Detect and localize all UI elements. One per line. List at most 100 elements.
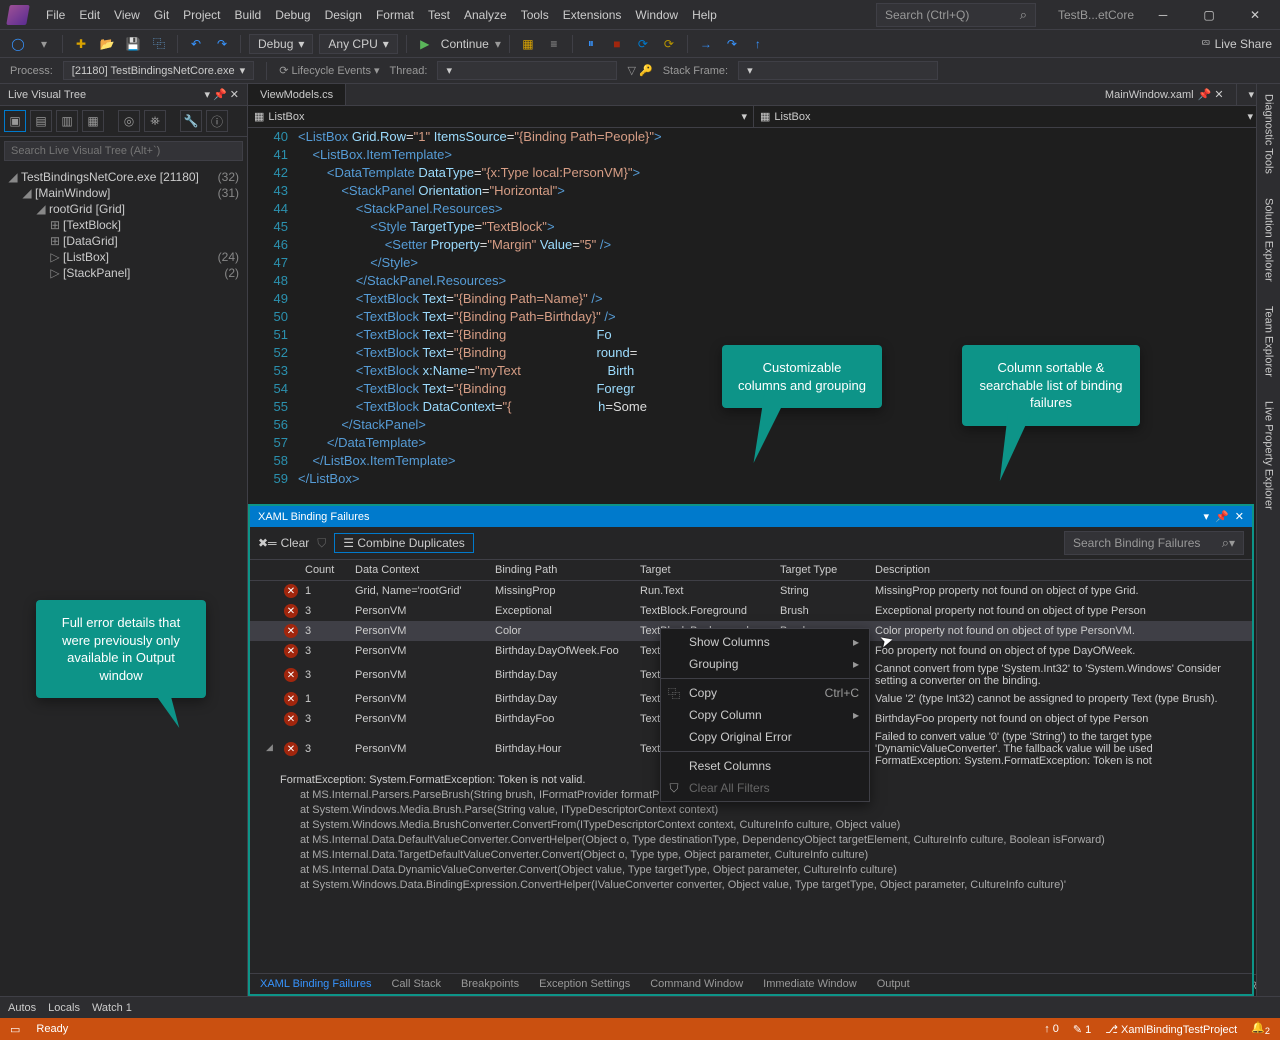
menu-project[interactable]: Project (177, 4, 226, 26)
side-tab[interactable]: Team Explorer (1261, 302, 1277, 381)
step-out-icon[interactable]: ↑ (748, 34, 768, 54)
tree-item[interactable]: ⊞[TextBlock] (4, 217, 243, 233)
step-icon[interactable]: ≡ (544, 34, 564, 54)
maximize-button[interactable]: ▢ (1192, 4, 1226, 26)
repo-icon[interactable]: ⎇ XamlBindingTestProject (1105, 1023, 1237, 1036)
refresh-icon[interactable]: ⟳ (659, 34, 679, 54)
close-button[interactable]: ✕ (1238, 4, 1272, 26)
pending-edits-icon[interactable]: ✎ 1 (1073, 1023, 1091, 1036)
menu-build[interactable]: Build (229, 4, 268, 26)
menu-format[interactable]: Format (370, 4, 420, 26)
platform-dropdown[interactable]: Any CPU▾ (319, 34, 397, 54)
restart-icon[interactable]: ⟳ (633, 34, 653, 54)
bottom-tab[interactable]: Exception Settings (529, 974, 640, 994)
lvt-tool-icon[interactable]: ⛯ (144, 110, 166, 132)
menu-edit[interactable]: Edit (73, 4, 106, 26)
ctx-grouping[interactable]: Grouping▸ (661, 653, 869, 675)
menu-debug[interactable]: Debug (269, 4, 316, 26)
menu-window[interactable]: Window (629, 4, 684, 26)
filter-off-icon[interactable]: ⛉ (317, 536, 326, 551)
notifications-icon[interactable]: 🔔2 (1251, 1021, 1270, 1036)
minimize-button[interactable]: ─ (1146, 4, 1180, 26)
lvt-tool-icon[interactable]: 🔧 (180, 110, 202, 132)
ctx-reset-columns[interactable]: Reset Columns (661, 755, 869, 777)
menu-file[interactable]: File (40, 4, 71, 26)
nav-fwd-icon[interactable]: ▾ (34, 34, 54, 54)
lvt-tool-icon[interactable]: ▥ (56, 110, 78, 132)
bottom-tab[interactable]: Immediate Window (753, 974, 867, 994)
save-icon[interactable]: 💾 (123, 34, 143, 54)
ctx-show-columns[interactable]: Show Columns▸ (661, 631, 869, 653)
binding-search-input[interactable]: Search Binding Failures▾ (1064, 531, 1244, 555)
ctx-copy[interactable]: ⿻CopyCtrl+C (661, 682, 869, 704)
redo-icon[interactable]: ↷ (212, 34, 232, 54)
config-dropdown[interactable]: Debug▾ (249, 34, 313, 54)
menu-extensions[interactable]: Extensions (557, 4, 628, 26)
tab-mainwindow[interactable]: MainWindow.xaml 📌 ✕ (1093, 84, 1237, 105)
continue-button[interactable]: ▶ (415, 34, 435, 54)
tool-icon[interactable]: ▦ (518, 34, 538, 54)
bottom-tab[interactable]: Command Window (640, 974, 753, 994)
pause-icon[interactable]: ⏸ (581, 34, 601, 54)
bottom-tab[interactable]: Breakpoints (451, 974, 529, 994)
side-tab[interactable]: Live Property Explorer (1261, 397, 1277, 514)
lvt-tool-icon[interactable]: ⓘ (206, 110, 228, 132)
debug-tab[interactable]: Locals (48, 1002, 80, 1014)
new-icon[interactable]: ✚ (71, 34, 91, 54)
debug-tab[interactable]: Autos (8, 1002, 36, 1014)
tree-item[interactable]: ▷[ListBox](24) (4, 249, 243, 265)
side-tab[interactable]: Diagnostic Tools (1261, 90, 1277, 178)
table-row[interactable]: ✕1Grid, Name='rootGrid'MissingPropRun.Te… (250, 581, 1252, 601)
thread-dropdown[interactable]: ▾ (437, 61, 617, 80)
nav-member-dropdown[interactable]: ▦ ListBox▾ (754, 106, 1260, 127)
tree-item[interactable]: ◢TestBindingsNetCore.exe [21180](32) (4, 169, 243, 185)
save-all-icon[interactable]: ⿻ (149, 34, 169, 54)
pin-icon[interactable]: 📌 (1215, 510, 1229, 523)
nav-scope-dropdown[interactable]: ▦ ListBox▾ (248, 106, 754, 127)
combine-duplicates-button[interactable]: ☰ Combine Duplicates (334, 533, 474, 553)
lvt-tree[interactable]: ◢TestBindingsNetCore.exe [21180](32)◢[Ma… (0, 165, 247, 996)
side-tab[interactable]: Solution Explorer (1261, 194, 1277, 286)
nav-back-icon[interactable]: ◯ (8, 34, 28, 54)
ctx-copy-column[interactable]: Copy Column▸ (661, 704, 869, 726)
bottom-tab-strip: XAML Binding FailuresCall StackBreakpoin… (250, 973, 1252, 994)
process-dropdown[interactable]: [21180] TestBindingsNetCore.exe▾ (63, 61, 254, 80)
menu-design[interactable]: Design (319, 4, 368, 26)
tab-viewmodels[interactable]: ViewModels.cs (248, 84, 346, 105)
menu-analyze[interactable]: Analyze (458, 4, 513, 26)
menu-tools[interactable]: Tools (515, 4, 555, 26)
lvt-tool-icon[interactable]: ▣ (4, 110, 26, 132)
publish-icon[interactable]: ↑ 0 (1044, 1023, 1059, 1035)
menu-test[interactable]: Test (422, 4, 456, 26)
undo-icon[interactable]: ↶ (186, 34, 206, 54)
lvt-tool-icon[interactable]: ▤ (30, 110, 52, 132)
tree-item[interactable]: ⊞[DataGrid] (4, 233, 243, 249)
bottom-tab[interactable]: XAML Binding Failures (250, 974, 381, 994)
debug-tab[interactable]: Watch 1 (92, 1002, 132, 1014)
lvt-tool-icon[interactable]: ◎ (118, 110, 140, 132)
close-icon[interactable]: ✕ (1235, 510, 1244, 523)
stackframe-dropdown[interactable]: ▾ (738, 61, 938, 80)
tree-item[interactable]: ▷[StackPanel](2) (4, 265, 243, 281)
quick-search-input[interactable]: Search (Ctrl+Q) (876, 3, 1036, 27)
menu-view[interactable]: View (108, 4, 146, 26)
lvt-search-input[interactable] (4, 141, 243, 161)
continue-label[interactable]: Continue (441, 37, 489, 51)
menu-help[interactable]: Help (686, 4, 723, 26)
grid-header[interactable]: Count Data Context Binding Path Target T… (250, 560, 1252, 581)
lvt-tool-icon[interactable]: ▦ (82, 110, 104, 132)
window-menu-icon[interactable]: ▾ (1204, 510, 1210, 523)
menu-git[interactable]: Git (148, 4, 175, 26)
stop-icon[interactable]: ■ (607, 34, 627, 54)
tree-item[interactable]: ◢rootGrid [Grid] (4, 201, 243, 217)
step-into-icon[interactable]: → (696, 34, 716, 54)
step-over-icon[interactable]: ↷ (722, 34, 742, 54)
open-icon[interactable]: 📂 (97, 34, 117, 54)
ctx-copy-original[interactable]: Copy Original Error (661, 726, 869, 748)
tree-item[interactable]: ◢[MainWindow](31) (4, 185, 243, 201)
clear-button[interactable]: ✖═Clear (258, 536, 309, 550)
bottom-tab[interactable]: Call Stack (381, 974, 451, 994)
table-row[interactable]: ✕3PersonVMExceptionalTextBlock.Foregroun… (250, 601, 1252, 621)
live-share-button[interactable]: ⮹Live Share (1201, 36, 1272, 51)
bottom-tab[interactable]: Output (867, 974, 920, 994)
